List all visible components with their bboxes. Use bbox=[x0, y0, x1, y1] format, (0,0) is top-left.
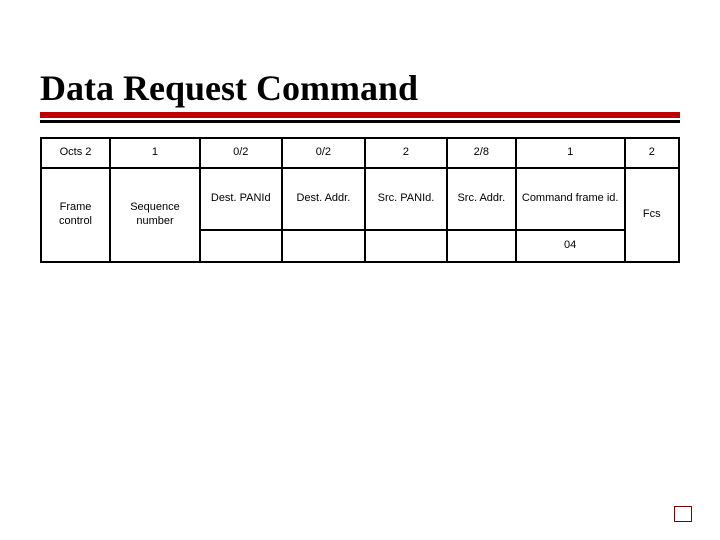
title-rule bbox=[40, 112, 680, 123]
cell-size-2: 0/2 bbox=[200, 138, 282, 168]
footer-box-icon bbox=[674, 506, 692, 522]
cell-size-4: 2 bbox=[365, 138, 447, 168]
cell-extra-3 bbox=[282, 230, 366, 262]
table-row-labels: Frame control Sequence number Dest. PANI… bbox=[41, 168, 679, 230]
cell-size-1: 1 bbox=[110, 138, 200, 168]
page-title: Data Request Command bbox=[40, 70, 680, 110]
cell-size-0: Octs 2 bbox=[41, 138, 110, 168]
slide: Data Request Command Octs 2 1 0/2 0/2 2 … bbox=[0, 0, 720, 540]
cell-label-dest-panid: Dest. PANId bbox=[200, 168, 282, 230]
cell-size-6: 1 bbox=[516, 138, 625, 168]
cell-size-3: 0/2 bbox=[282, 138, 366, 168]
cell-extra-4 bbox=[365, 230, 447, 262]
cell-label-dest-addr: Dest. Addr. bbox=[282, 168, 366, 230]
title-rule-accent bbox=[40, 112, 680, 118]
table-row-sizes: Octs 2 1 0/2 0/2 2 2/8 1 2 bbox=[41, 138, 679, 168]
cell-label-fcs: Fcs bbox=[625, 168, 679, 262]
cell-label-frame-control: Frame control bbox=[41, 168, 110, 262]
cell-extra-2 bbox=[200, 230, 282, 262]
frame-format-table: Octs 2 1 0/2 0/2 2 2/8 1 2 Frame control… bbox=[40, 137, 680, 263]
cell-size-7: 2 bbox=[625, 138, 679, 168]
title-rule-base bbox=[40, 120, 680, 123]
cell-label-sequence-number: Sequence number bbox=[110, 168, 200, 262]
cell-extra-5 bbox=[447, 230, 516, 262]
cell-label-src-panid: Src. PANId. bbox=[365, 168, 447, 230]
title-block: Data Request Command bbox=[40, 70, 680, 123]
cell-size-5: 2/8 bbox=[447, 138, 516, 168]
frame-table-wrap: Octs 2 1 0/2 0/2 2 2/8 1 2 Frame control… bbox=[40, 137, 680, 263]
cell-extra-6: 04 bbox=[516, 230, 625, 262]
cell-label-command-frame-id: Command frame id. bbox=[516, 168, 625, 230]
cell-label-src-addr: Src. Addr. bbox=[447, 168, 516, 230]
